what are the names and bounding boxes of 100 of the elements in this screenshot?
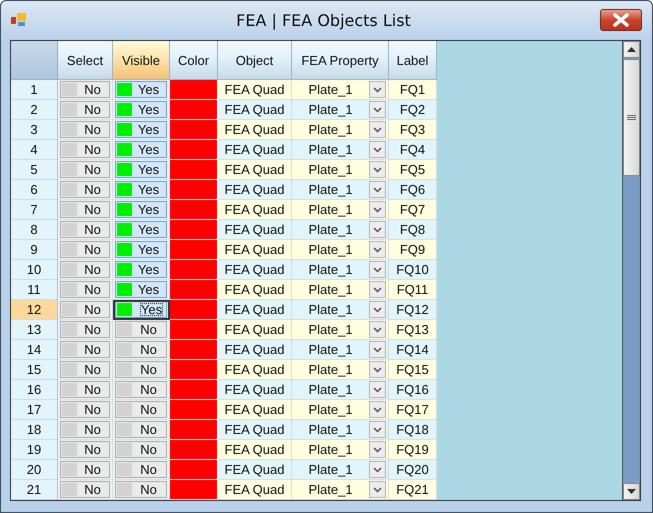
toggle-button[interactable]: Yes (115, 201, 167, 218)
toggle-button[interactable]: No (60, 281, 110, 298)
dropdown[interactable]: Plate_1 (292, 300, 389, 320)
toggle-button[interactable]: Yes (115, 281, 167, 298)
dropdown[interactable]: Plate_1 (292, 260, 389, 280)
table-cell: FEA Quad (218, 180, 292, 200)
column-header[interactable]: Color (170, 41, 218, 80)
dropdown[interactable]: Plate_1 (292, 460, 389, 480)
dropdown[interactable]: Plate_1 (292, 240, 389, 260)
toggle-button[interactable]: No (60, 261, 110, 278)
toggle-button[interactable]: No (60, 401, 110, 418)
toggle-button[interactable]: No (60, 81, 110, 98)
toggle-button[interactable]: No (60, 121, 110, 138)
toggle-button[interactable]: No (60, 461, 110, 478)
toggle-button[interactable]: Yes (115, 141, 167, 158)
row-header[interactable]: 10 (11, 260, 58, 280)
row-header[interactable]: 12 (11, 300, 58, 320)
toggle-button[interactable]: No (115, 481, 167, 498)
row-header[interactable]: 16 (11, 380, 58, 400)
dropdown[interactable]: Plate_1 (292, 100, 389, 120)
scroll-up-button[interactable] (623, 41, 640, 58)
toggle-button[interactable]: No (60, 141, 110, 158)
toggle-button[interactable]: No (60, 321, 110, 338)
toggle-button[interactable]: Yes (115, 261, 167, 278)
toggle-button[interactable]: No (115, 461, 167, 478)
toggle-button[interactable]: No (60, 101, 110, 118)
toggle-button[interactable]: No (60, 161, 110, 178)
toggle-button[interactable]: No (60, 301, 110, 318)
dropdown[interactable]: Plate_1 (292, 400, 389, 420)
column-header[interactable]: FEA Property (292, 41, 389, 80)
toggle-button[interactable]: No (60, 201, 110, 218)
close-button[interactable] (600, 9, 642, 31)
row-header[interactable]: 13 (11, 320, 58, 340)
dropdown[interactable]: Plate_1 (292, 140, 389, 160)
toggle-button[interactable]: No (60, 421, 110, 438)
toggle-button[interactable]: Yes (115, 121, 167, 138)
row-header[interactable]: 17 (11, 400, 58, 420)
row-header[interactable]: 11 (11, 280, 58, 300)
column-header[interactable]: Object (218, 41, 292, 80)
row-header[interactable]: 2 (11, 100, 58, 120)
toggle-button[interactable]: No (115, 421, 167, 438)
row-header[interactable]: 14 (11, 340, 58, 360)
toggle-button[interactable]: No (60, 241, 110, 258)
row-header[interactable]: 6 (11, 180, 58, 200)
row-header[interactable]: 8 (11, 220, 58, 240)
toggle-button[interactable]: No (115, 321, 167, 338)
dropdown[interactable]: Plate_1 (292, 440, 389, 460)
toggle-button[interactable]: No (60, 361, 110, 378)
dropdown[interactable]: Plate_1 (292, 80, 389, 100)
dropdown[interactable]: Plate_1 (292, 220, 389, 240)
toggle-button[interactable]: No (60, 441, 110, 458)
toggle-button[interactable]: Yes (115, 81, 167, 98)
row-header[interactable]: 4 (11, 140, 58, 160)
dropdown[interactable]: Plate_1 (292, 360, 389, 380)
row-header[interactable]: 7 (11, 200, 58, 220)
table-cell: FEA Quad (218, 160, 292, 180)
row-header[interactable]: 15 (11, 360, 58, 380)
dropdown[interactable]: Plate_1 (292, 420, 389, 440)
toggle-button[interactable]: No (60, 181, 110, 198)
dropdown[interactable]: Plate_1 (292, 200, 389, 220)
row-header[interactable]: 9 (11, 240, 58, 260)
row-header[interactable]: 18 (11, 420, 58, 440)
column-header[interactable]: Select (58, 41, 113, 80)
toggle-button[interactable]: Yes (115, 301, 167, 318)
toggle-button[interactable]: No (115, 361, 167, 378)
toggle-button[interactable]: No (60, 221, 110, 238)
toggle-button[interactable]: No (60, 341, 110, 358)
table-cell: FQ13 (389, 320, 437, 340)
table-cell: FQ17 (389, 400, 437, 420)
dropdown[interactable]: Plate_1 (292, 280, 389, 300)
scrollbar[interactable] (622, 41, 640, 500)
row-header[interactable]: 5 (11, 160, 58, 180)
dropdown[interactable]: Plate_1 (292, 120, 389, 140)
dropdown[interactable]: Plate_1 (292, 180, 389, 200)
row-header[interactable]: 19 (11, 440, 58, 460)
toggle-button[interactable]: No (115, 381, 167, 398)
toggle-button[interactable]: No (60, 481, 110, 498)
dropdown[interactable]: Plate_1 (292, 480, 389, 500)
table-cell: FEA Quad (218, 340, 292, 360)
toggle-button[interactable]: Yes (115, 221, 167, 238)
scroll-thumb[interactable] (623, 59, 640, 176)
toggle-button[interactable]: Yes (115, 241, 167, 258)
dropdown[interactable]: Plate_1 (292, 380, 389, 400)
row-header[interactable]: 3 (11, 120, 58, 140)
toggle-button[interactable]: No (115, 401, 167, 418)
toggle-button[interactable]: Yes (115, 101, 167, 118)
column-header[interactable]: Visible (113, 41, 170, 80)
dropdown[interactable]: Plate_1 (292, 340, 389, 360)
column-header[interactable]: Label (389, 41, 437, 80)
row-header[interactable]: 21 (11, 480, 58, 500)
dropdown[interactable]: Plate_1 (292, 320, 389, 340)
toggle-button[interactable]: No (115, 441, 167, 458)
scroll-down-button[interactable] (623, 483, 640, 500)
toggle-button[interactable]: Yes (115, 181, 167, 198)
toggle-button[interactable]: Yes (115, 161, 167, 178)
toggle-button[interactable]: No (60, 381, 110, 398)
row-header[interactable]: 1 (11, 80, 58, 100)
toggle-button[interactable]: No (115, 341, 167, 358)
dropdown[interactable]: Plate_1 (292, 160, 389, 180)
row-header[interactable]: 20 (11, 460, 58, 480)
